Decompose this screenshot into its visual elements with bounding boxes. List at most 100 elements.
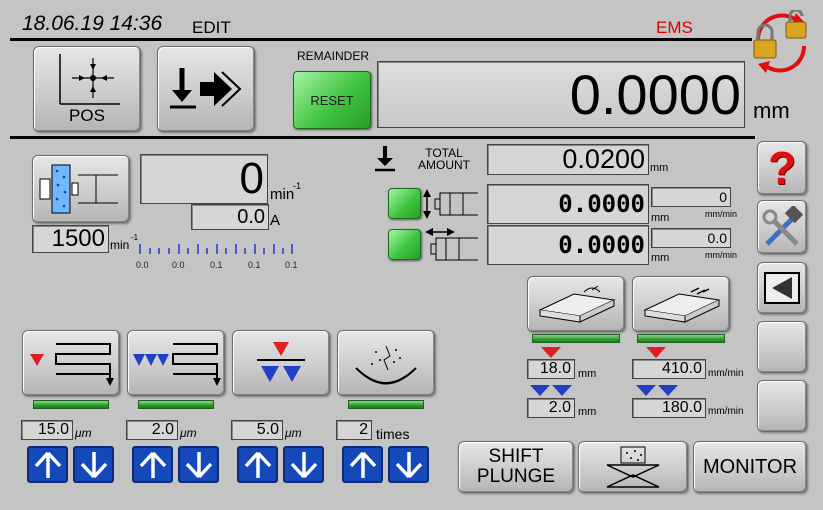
arrow-down-icon <box>185 451 212 478</box>
axis2-select-button[interactable] <box>388 229 421 260</box>
hopper-button[interactable] <box>578 441 688 493</box>
cycle-3-up-button[interactable] <box>237 446 278 483</box>
cycle-4-down-button[interactable] <box>388 446 429 483</box>
cycle-3-value[interactable]: 5.0 <box>231 420 283 440</box>
shift-plunge-line2: PLUNGE <box>476 466 556 487</box>
cycle-fine-indicator <box>138 400 214 409</box>
cycle-rough-button[interactable] <box>22 330 120 396</box>
grinding-wheel-icon <box>39 164 118 214</box>
pos-label: POS <box>69 106 105 125</box>
spindle-button[interactable] <box>32 155 130 223</box>
triangle-left-icon <box>764 272 800 304</box>
reset-button[interactable]: RESET <box>293 71 371 129</box>
total-amount-label: TOTAL AMOUNT <box>418 147 470 171</box>
shift-plunge-button[interactable]: SHIFT PLUNGE <box>458 441 574 493</box>
arrow-down-icon <box>290 451 317 478</box>
cycle-finish-button[interactable] <box>232 330 330 396</box>
axis2-speed: 0.0 <box>651 228 731 248</box>
scale-label: 0.0 <box>136 260 149 270</box>
vertical-axis-icon <box>423 187 483 226</box>
horizontal-axis-icon <box>423 228 483 267</box>
help-icon: ? <box>767 142 797 194</box>
spark-out-icon <box>355 345 417 385</box>
spindle-rpm: 0 <box>140 154 268 204</box>
cycle-1-unit: μm <box>75 426 92 440</box>
down-arrow-to-line-icon <box>170 68 242 109</box>
dresser-block-icon <box>643 287 721 323</box>
help-button[interactable]: ? <box>757 141 807 195</box>
monitor-button[interactable]: MONITOR <box>693 441 807 493</box>
monitor-label: MONITOR <box>702 455 798 478</box>
crosshair-icon <box>59 54 120 105</box>
cycle-spark-out-indicator <box>348 400 424 409</box>
hopper-icon <box>606 446 660 488</box>
total-label-line2: AMOUNT <box>418 158 470 172</box>
back-button[interactable] <box>757 262 807 314</box>
spindle-current: 0.0 <box>191 204 269 230</box>
scale-label: 0.0 <box>172 260 185 270</box>
axis2-position: 0.0000 <box>487 225 649 265</box>
dress-right-red-value[interactable]: 410.0 <box>632 359 706 379</box>
cycle-2-up-button[interactable] <box>132 446 173 483</box>
blue-triangles-zigzag-icon <box>133 343 221 386</box>
axis1-speed: 0 <box>651 187 731 207</box>
hammer-wrench-icon <box>762 206 803 246</box>
cycle-rough-indicator <box>33 400 109 409</box>
red-blue-triangles-icon <box>257 342 305 382</box>
dress-mode-1-indicator <box>532 334 620 343</box>
scale-label: 0.1 <box>210 260 223 270</box>
dress-mode-2-indicator <box>637 334 725 343</box>
arrow-up-icon <box>244 451 271 478</box>
cycle-4-up-button[interactable] <box>342 446 383 483</box>
cycle-2-value[interactable]: 2.0 <box>126 420 178 440</box>
axis1-position: 0.0000 <box>487 184 649 224</box>
blank-button-1[interactable] <box>757 321 807 373</box>
cycle-3-unit: μm <box>285 426 302 440</box>
cycle-1-down-button[interactable] <box>73 446 114 483</box>
cycle-spark-out-button[interactable] <box>337 330 435 396</box>
cycle-1-up-button[interactable] <box>27 446 68 483</box>
total-amount-value[interactable]: 0.0200 <box>487 144 649 175</box>
shift-plunge-line1: SHIFT <box>488 446 544 467</box>
reset-label: RESET <box>310 92 354 108</box>
tools-button[interactable] <box>757 200 807 254</box>
dress-left-blue-unit: mm <box>578 406 597 418</box>
dress-left-red-value[interactable]: 18.0 <box>527 359 575 379</box>
arrow-down-icon <box>395 451 422 478</box>
spindle-set-rpm[interactable]: 1500 <box>32 225 109 253</box>
remainder-value: 0.0000 <box>377 61 745 128</box>
lock-icon[interactable] <box>748 8 814 76</box>
cycle-3-down-button[interactable] <box>283 446 324 483</box>
cycle-2-unit: μm <box>180 426 197 440</box>
dress-right-blue-value[interactable]: 180.0 <box>632 398 706 418</box>
arrow-up-icon <box>34 451 61 478</box>
axis2-speed-unit: mm/min <box>705 250 737 260</box>
pos-button[interactable]: POS <box>33 46 141 132</box>
cycle-2-down-button[interactable] <box>178 446 219 483</box>
datetime: 18.06.19 14:36 <box>22 12 163 35</box>
remainder-label: REMAINDER <box>297 49 370 63</box>
scale-label: 0.1 <box>285 260 298 270</box>
total-amount-unit: mm <box>650 162 669 174</box>
axis1-pos-unit: mm <box>651 212 670 224</box>
dress-mode-2-button[interactable] <box>632 276 730 332</box>
dress-mode-1-button[interactable] <box>527 276 625 332</box>
dresser-block-icon <box>538 285 616 323</box>
blank-button-2[interactable] <box>757 380 807 432</box>
cycle-4-unit: times <box>376 426 410 442</box>
load-scale <box>137 240 303 260</box>
cycle-1-value[interactable]: 15.0 <box>21 420 73 440</box>
spindle-set-unit: min <box>110 238 130 252</box>
red-triangle-zigzag-icon <box>30 343 114 386</box>
header-divider <box>10 38 752 41</box>
cycle-fine-button[interactable] <box>127 330 225 396</box>
section-divider <box>10 136 755 139</box>
spindle-rpm-unit: min <box>270 186 295 203</box>
arrow-down-icon <box>80 451 107 478</box>
cycle-4-value[interactable]: 2 <box>336 420 372 440</box>
spindle-current-unit: A <box>270 212 281 229</box>
axis1-select-button[interactable] <box>388 188 421 219</box>
dress-left-blue-value[interactable]: 2.0 <box>527 398 575 418</box>
set-zero-button[interactable] <box>157 46 255 132</box>
dress-right-blue-unit: mm/min <box>708 406 744 417</box>
